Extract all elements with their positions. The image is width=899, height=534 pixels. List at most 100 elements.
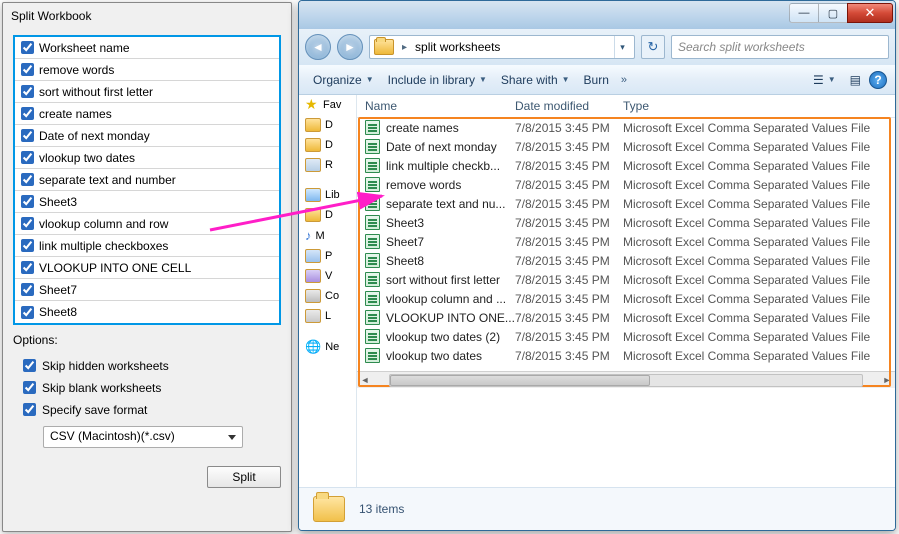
close-button[interactable]: ✕ — [847, 3, 893, 23]
file-row[interactable]: remove words7/8/2015 3:45 PMMicrosoft Ex… — [357, 175, 895, 194]
tree-item[interactable]: L — [299, 306, 356, 326]
forward-button[interactable]: ► — [337, 34, 363, 60]
include-menu[interactable]: Include in library▼ — [382, 70, 493, 90]
file-row[interactable]: Date of next monday7/8/2015 3:45 PMMicro… — [357, 137, 895, 156]
tree-item[interactable]: ★Fav — [299, 95, 356, 115]
file-row[interactable]: separate text and nu...7/8/2015 3:45 PMM… — [357, 194, 895, 213]
worksheet-row[interactable]: create names — [15, 103, 279, 125]
worksheet-checkbox[interactable] — [21, 63, 34, 76]
worksheet-checkbox[interactable] — [21, 261, 34, 274]
csv-file-icon — [365, 139, 380, 154]
file-date: 7/8/2015 3:45 PM — [515, 178, 623, 192]
burn-button[interactable]: Burn — [578, 70, 615, 90]
format-dropdown[interactable]: CSV (Macintosh)(*.csv) — [43, 426, 243, 448]
worksheet-checkbox[interactable] — [21, 195, 34, 208]
view-menu[interactable]: ☰▼ — [807, 70, 842, 90]
worksheet-checkbox[interactable] — [21, 129, 34, 142]
column-headers[interactable]: Name Date modified Type — [357, 95, 895, 118]
col-type[interactable]: Type — [623, 99, 895, 113]
help-button[interactable]: ? — [869, 71, 887, 89]
file-row[interactable]: vlookup column and ...7/8/2015 3:45 PMMi… — [357, 289, 895, 308]
worksheet-row[interactable]: vlookup column and row — [15, 213, 279, 235]
worksheet-checkbox[interactable] — [21, 283, 34, 296]
scroll-left-icon[interactable]: ◄ — [357, 375, 373, 385]
tree-item[interactable]: D — [299, 135, 356, 155]
preview-pane-button[interactable]: ▤ — [844, 70, 867, 90]
libraries-icon — [305, 188, 321, 202]
nav-bar: ◄ ► ▸ split worksheets ▾ ↻ Search split … — [299, 29, 895, 65]
option-skip-blank[interactable]: Skip blank worksheets — [19, 378, 279, 397]
option-save-format[interactable]: Specify save format — [19, 400, 279, 419]
worksheet-checkbox[interactable] — [21, 85, 34, 98]
horizontal-scrollbar[interactable]: ◄ ► — [357, 371, 895, 388]
file-name: link multiple checkb... — [386, 159, 500, 173]
worksheet-row[interactable]: Sheet7 — [15, 279, 279, 301]
worksheet-row[interactable]: Sheet3 — [15, 191, 279, 213]
worksheet-row[interactable]: separate text and number — [15, 169, 279, 191]
file-row[interactable]: link multiple checkb...7/8/2015 3:45 PMM… — [357, 156, 895, 175]
list-header-row[interactable]: Worksheet name — [15, 37, 279, 59]
worksheet-checkbox[interactable] — [21, 306, 34, 319]
option-skip-hidden[interactable]: Skip hidden worksheets — [19, 356, 279, 375]
worksheet-row[interactable]: sort without first letter — [15, 81, 279, 103]
tree-item[interactable]: P — [299, 246, 356, 266]
skip-blank-checkbox[interactable] — [23, 381, 36, 394]
minimize-button[interactable]: — — [789, 3, 819, 23]
file-type: Microsoft Excel Comma Separated Values F… — [623, 235, 895, 249]
file-row[interactable]: Sheet37/8/2015 3:45 PMMicrosoft Excel Co… — [357, 213, 895, 232]
tree-item[interactable]: D — [299, 205, 356, 225]
nav-tree[interactable]: ★FavDDRLibD♪MPVCoL🌐Ne — [299, 95, 357, 487]
worksheet-checkbox[interactable] — [21, 239, 34, 252]
file-row[interactable]: vlookup two dates (2)7/8/2015 3:45 PMMic… — [357, 327, 895, 346]
col-name[interactable]: Name — [365, 99, 515, 113]
scroll-track[interactable] — [389, 374, 863, 387]
back-button[interactable]: ◄ — [305, 34, 331, 60]
tree-item[interactable]: ♪M — [299, 225, 356, 246]
address-bar[interactable]: ▸ split worksheets ▾ — [369, 35, 635, 59]
worksheet-checkbox[interactable] — [21, 173, 34, 186]
worksheet-row[interactable]: VLOOKUP INTO ONE CELL — [15, 257, 279, 279]
worksheet-name: sort without first letter — [39, 85, 153, 99]
select-all-checkbox[interactable] — [21, 41, 34, 54]
file-type: Microsoft Excel Comma Separated Values F… — [623, 197, 895, 211]
worksheet-row[interactable]: remove words — [15, 59, 279, 81]
tree-item[interactable]: V — [299, 266, 356, 286]
worksheet-row[interactable]: Date of next monday — [15, 125, 279, 147]
worksheet-checkbox[interactable] — [21, 107, 34, 120]
file-row[interactable]: vlookup two dates7/8/2015 3:45 PMMicroso… — [357, 346, 895, 365]
window-titlebar[interactable]: — ▢ ✕ — [299, 1, 895, 29]
tree-item[interactable]: R — [299, 155, 356, 175]
split-button[interactable]: Split — [207, 466, 281, 488]
save-format-checkbox[interactable] — [23, 403, 36, 416]
skip-hidden-checkbox[interactable] — [23, 359, 36, 372]
tree-item[interactable]: Lib — [299, 185, 356, 205]
file-row[interactable]: create names7/8/2015 3:45 PMMicrosoft Ex… — [357, 118, 895, 137]
organize-menu[interactable]: Organize▼ — [307, 70, 380, 90]
file-row[interactable]: sort without first letter7/8/2015 3:45 P… — [357, 270, 895, 289]
share-menu[interactable]: Share with▼ — [495, 70, 576, 90]
file-row[interactable]: VLOOKUP INTO ONE...7/8/2015 3:45 PMMicro… — [357, 308, 895, 327]
refresh-button[interactable]: ↻ — [641, 35, 665, 59]
file-row[interactable]: Sheet77/8/2015 3:45 PMMicrosoft Excel Co… — [357, 232, 895, 251]
col-date[interactable]: Date modified — [515, 99, 623, 113]
worksheet-checkbox[interactable] — [21, 151, 34, 164]
worksheet-row[interactable]: vlookup two dates — [15, 147, 279, 169]
maximize-button[interactable]: ▢ — [818, 3, 848, 23]
tree-label: D — [325, 119, 333, 131]
tree-item[interactable]: 🌐Ne — [299, 336, 356, 358]
csv-file-icon — [365, 348, 380, 363]
tree-item[interactable]: D — [299, 115, 356, 135]
scroll-right-icon[interactable]: ► — [879, 375, 895, 385]
network-icon: 🌐 — [305, 339, 321, 355]
search-box[interactable]: Search split worksheets — [671, 35, 889, 59]
address-dropdown[interactable]: ▾ — [614, 36, 630, 58]
file-type: Microsoft Excel Comma Separated Values F… — [623, 216, 895, 230]
toolbar-overflow-icon[interactable]: » — [617, 74, 631, 86]
worksheet-row[interactable]: link multiple checkboxes — [15, 235, 279, 257]
scroll-thumb[interactable] — [390, 375, 650, 386]
tree-item[interactable]: Co — [299, 286, 356, 306]
worksheet-row[interactable]: Sheet8 — [15, 301, 279, 323]
worksheet-checkbox[interactable] — [21, 217, 34, 230]
file-row[interactable]: Sheet87/8/2015 3:45 PMMicrosoft Excel Co… — [357, 251, 895, 270]
worksheet-name: remove words — [39, 63, 114, 77]
